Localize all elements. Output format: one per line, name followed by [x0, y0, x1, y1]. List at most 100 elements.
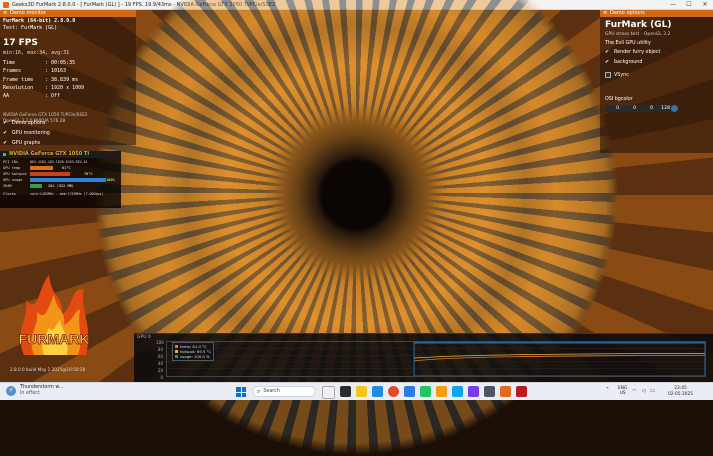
taskbar-apps	[322, 386, 527, 399]
gpu-hotspot-value: 70°C	[84, 172, 93, 176]
stat-row: Frames: 10163	[3, 68, 67, 75]
close-button[interactable]: ✕	[697, 0, 713, 10]
whatsapp-icon[interactable]	[420, 386, 431, 397]
gpu-row-clocks-label: Clocks	[3, 192, 16, 196]
check-icon: ✔	[3, 129, 8, 136]
fps-readout: 17 FPS	[3, 38, 38, 48]
windows-start-icon[interactable]	[236, 387, 246, 397]
render-furry-toggle[interactable]: ✔ Render furry object	[605, 49, 660, 56]
taskbar-clock[interactable]: 23:45 02-05-2025	[668, 386, 693, 397]
stat-row: Time: 00:05:35	[3, 60, 76, 66]
chrome-icon[interactable]	[388, 386, 399, 397]
teams-icon[interactable]	[468, 386, 479, 397]
fps-minmax: min:16, max:34, avg:31	[3, 50, 70, 56]
logo-wordmark: FURMARK	[19, 331, 90, 347]
file-explorer-icon[interactable]	[356, 386, 367, 397]
legend-item-usage: usage: 100.0 %	[175, 354, 211, 359]
background-toggle[interactable]: ✔ background	[605, 59, 642, 66]
furmark-taskbar-icon[interactable]	[500, 386, 511, 397]
weather-subtitle: In effect	[20, 391, 40, 396]
graph-gpu-label: GPU 0	[137, 335, 151, 340]
window-controls: — ☐ ✕	[665, 0, 713, 10]
gpu-monitor-header[interactable]: NVIDIA GeForce GTX 1050 Ti	[0, 151, 121, 158]
gpu-vram-value: 20% (922 MB)	[48, 184, 74, 188]
speaker-icon[interactable]: ◁	[641, 389, 645, 394]
demo-title: FurMark (GL)	[605, 20, 672, 30]
terminal-icon[interactable]	[484, 386, 495, 397]
gpu-row-temp-label: GPU temp	[3, 166, 21, 170]
y-tick: 0	[160, 374, 163, 380]
edge-icon[interactable]	[372, 386, 383, 397]
check-icon: ✔	[605, 49, 610, 55]
osi-g-field[interactable]: 0	[622, 105, 638, 112]
graph-legend: temp: 61.0 °C hotspot: 69.5 °C usage: 10…	[172, 342, 215, 361]
demo-subtitle: GPU stress test - OpenGL 3.2	[605, 32, 671, 37]
stat-row: Frame time: 38.839 ms	[3, 76, 79, 83]
maximize-button[interactable]: ☐	[681, 0, 697, 10]
gpu-vram-bar	[30, 184, 42, 188]
checkbox-empty-icon	[605, 72, 611, 78]
gpu-hotspot-bar	[30, 172, 70, 176]
ms-store-icon[interactable]	[404, 386, 415, 397]
chevron-up-icon[interactable]: ˄	[606, 387, 609, 394]
battery-icon[interactable]: ▭	[650, 389, 655, 394]
gpu-row-pci: PCI IDs	[3, 160, 19, 164]
gpu-graphs-toggle[interactable]: ✔ GPU graphs	[3, 138, 50, 148]
windows-taskbar: ⚡ Thunderstorm w... In effect ⌕ Search ˄…	[0, 382, 713, 400]
taskbar-search[interactable]: ⌕ Search	[252, 386, 316, 397]
y-tick: 40	[157, 360, 163, 366]
gpu-monitor-panel: NVIDIA GeForce GTX 1050 Ti PCI IDs DEV-1…	[0, 151, 121, 208]
search-icon: ⌕	[257, 387, 261, 395]
osi-bgcolor-fields: 0 0 0 128	[605, 105, 672, 112]
demo-options-toggle[interactable]: ✔ Demo options	[3, 118, 50, 128]
vsync-toggle[interactable]: VSync	[605, 72, 629, 78]
osi-b-field[interactable]: 0	[639, 105, 655, 112]
gpu-clocks-value: core:1493MHz - mem:1753MHz (7.00Gbps)	[30, 192, 104, 196]
osi-r-field[interactable]: 0	[605, 105, 621, 112]
y-tick: 80	[157, 346, 163, 352]
osi-bgcolor-label: OSI bgcolor	[605, 97, 633, 102]
weather-widget[interactable]: ⚡ Thunderstorm w... In effect	[6, 385, 63, 397]
monitor-options: ✔ Demo options ✔ GPU monitoring ✔ GPU graph…	[3, 118, 50, 148]
gpu-temp-bar	[30, 166, 53, 170]
task-view-icon[interactable]	[340, 386, 351, 397]
furmark-app-icon	[3, 2, 9, 8]
gpu-usage-bar	[30, 178, 106, 182]
stat-row: AA: Off	[3, 93, 61, 100]
build-version: 2.8.0.0 build May 1 2025@16:50:28	[10, 367, 86, 372]
stats-list: Time: 00:05:35 Frames: 10163 Frame time:…	[3, 60, 84, 101]
y-tick: 100	[156, 340, 164, 345]
graph-y-axis: 100 80 60 40 20 0	[156, 340, 164, 381]
furmark-logo: FURMARK	[18, 275, 90, 355]
graph-plot-area	[166, 341, 706, 377]
app-icon-misc[interactable]	[516, 386, 527, 397]
check-icon: ✔	[605, 59, 610, 65]
gpu-usage-value: 100%	[106, 178, 115, 182]
gpu-monitoring-toggle[interactable]: ✔ GPU monitoring	[3, 128, 50, 138]
demo-monitor-header[interactable]: Demo monitor	[0, 10, 136, 17]
clock-date: 02-05-2025	[668, 391, 693, 397]
color-picker-icon[interactable]	[671, 105, 678, 112]
system-tray: ENG US ◠ ◁ ▭	[618, 386, 655, 396]
demo-options-panel: Demo options FurMark (GL) GPU stress tes…	[600, 10, 713, 153]
y-tick: 60	[157, 353, 163, 359]
gpu-row-hotspot-label: GPU hotspot	[3, 172, 27, 176]
language-indicator[interactable]: ENG US	[618, 386, 627, 396]
graph-selection-box	[413, 342, 705, 376]
thunderstorm-icon: ⚡	[6, 386, 16, 396]
copilot-app-icon[interactable]	[322, 386, 335, 399]
test-name: Test: FurMark (GL)	[3, 25, 58, 31]
demo-options-header[interactable]: Demo options	[600, 10, 713, 17]
media-player-icon[interactable]	[436, 386, 447, 397]
stat-row: Resolution: 1920 x 1009	[3, 84, 85, 91]
utility-label: The Evil GPU utility	[605, 41, 651, 46]
check-icon: ✔	[3, 139, 8, 146]
gpu-row-usage-label: GPU usage	[3, 178, 23, 182]
gpu-pci-value: DEV-1C82-1D3-1026-6453-REV-A1	[30, 160, 88, 164]
gpu-temp-value: 61°C	[62, 166, 71, 170]
camera-icon[interactable]	[452, 386, 463, 397]
y-tick: 20	[157, 367, 163, 373]
osi-a-field[interactable]: 128	[656, 105, 672, 112]
wifi-icon[interactable]: ◠	[632, 389, 636, 394]
minimize-button[interactable]: —	[665, 0, 681, 10]
